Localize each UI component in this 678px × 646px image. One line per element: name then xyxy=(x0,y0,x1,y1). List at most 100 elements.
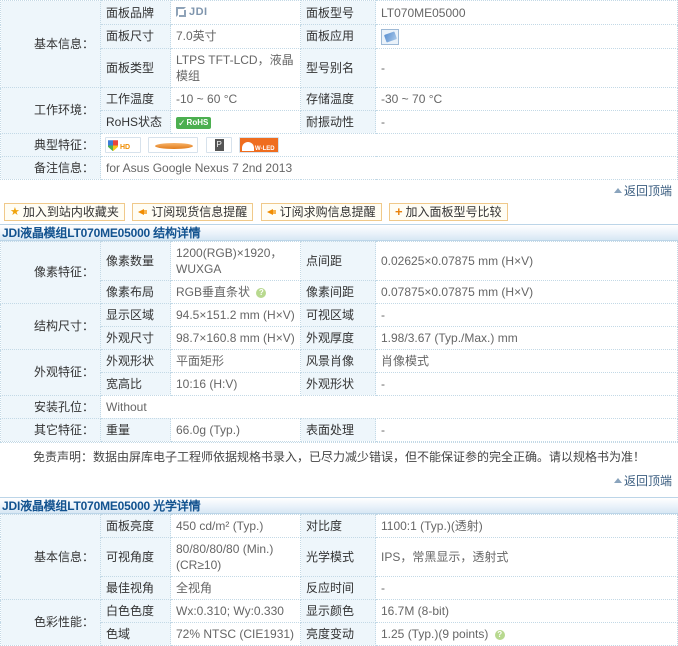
row-label: 工作温度 xyxy=(100,86,171,111)
speaker-icon xyxy=(266,207,277,217)
check-icon: ✓ xyxy=(178,117,186,128)
row-label: 显示区域 xyxy=(100,302,171,327)
row-value-2: - xyxy=(375,47,678,88)
row-label: 面板尺寸 xyxy=(100,24,171,49)
row-value: RGB垂直条状 ? xyxy=(170,279,301,304)
table-row: RoHS状态 ✓ RoHS 耐振动性 - xyxy=(1,109,678,134)
group-label-pixel: 像素特征： xyxy=(0,240,101,304)
row-label: 面板品牌 xyxy=(100,0,171,25)
table-row-mount: 安装孔位： Without xyxy=(0,394,678,419)
row-label: 色域 xyxy=(100,621,171,646)
optical-section-title: JDI液晶模组LT070ME05000 光学详情 xyxy=(2,498,201,513)
table-row: 色彩性能： 白色色度 Wx:0.310; Wy:0.330 显示颜色 16.7M… xyxy=(0,598,678,646)
add-to-compare-label: 加入面板型号比较 xyxy=(405,205,502,220)
panel-application-icon[interactable] xyxy=(381,28,399,45)
row-label: 重量 xyxy=(100,417,171,442)
row-value-2: 1.98/3.67 (Typ./Max.) mm xyxy=(375,325,678,350)
row-value: 平面矩形 xyxy=(170,348,301,373)
row-value-2 xyxy=(375,24,678,49)
row-label-2: 像素间距 xyxy=(300,279,376,304)
help-icon[interactable]: ? xyxy=(494,629,505,640)
table-row-typical-features: 典型特征： xyxy=(0,132,678,157)
table-row: 基本信息： 面板品牌 JDI 面板型号 LT070ME05000 xyxy=(0,0,678,88)
row-label-2: 型号别名 xyxy=(300,47,376,88)
row-label-2: 反应时间 xyxy=(300,575,376,600)
row-value-2: 1.25 (Typ.)(9 points) ? xyxy=(375,621,678,646)
structure-detail-table: 像素特征： 像素数量 1200(RGB)×1920，WUXGA 点间距 0.02… xyxy=(0,240,678,442)
table-row: 结构尺寸： 显示区域 94.5×151.2 mm (H×V) 可视区域 - xyxy=(0,302,678,350)
row-label-2: 亮度变动 xyxy=(300,621,376,646)
row-value-2: - xyxy=(375,575,678,600)
subscribe-stock-alert-label: 订阅现货信息提醒 xyxy=(151,205,248,220)
group-label-remark: 备注信息： xyxy=(0,155,101,180)
row-label: 最佳视角 xyxy=(100,575,171,600)
row-label: 像素布局 xyxy=(100,279,171,304)
row-label: 外观尺寸 xyxy=(100,325,171,350)
add-to-favorites-label: 加入到站内收藏夹 xyxy=(22,205,119,220)
back-to-top-label: 返回顶端 xyxy=(623,183,672,198)
row-label: 外观形状 xyxy=(100,348,171,373)
group-label-typical: 典型特征： xyxy=(0,132,101,157)
row-value-2: 1100:1 (Typ.)(透射) xyxy=(375,513,678,538)
subscribe-stock-alert-button[interactable]: 订阅现货信息提醒 xyxy=(132,202,254,221)
table-row: 像素特征： 像素数量 1200(RGB)×1920，WUXGA 点间距 0.02… xyxy=(0,240,678,304)
row-value: Wx:0.310; Wy:0.330 xyxy=(170,598,301,623)
basic-info-table: 基本信息： 面板品牌 JDI 面板型号 LT070ME05000 面板尺寸 7.… xyxy=(0,0,678,180)
row-value-2: - xyxy=(375,417,678,442)
row-value: LTPS TFT-LCD，液晶模组 xyxy=(170,47,301,88)
typical-features-cell xyxy=(100,132,678,157)
add-to-compare-button[interactable]: + 加入面板型号比较 xyxy=(388,202,508,221)
row-value: JDI xyxy=(170,0,301,25)
row-value: -10 ~ 60 °C xyxy=(170,86,301,111)
row-value-2: 0.07875×0.07875 mm (H×V) xyxy=(375,279,678,304)
group-label-appearance: 外观特征： xyxy=(0,348,101,396)
row-label: RoHS状态 xyxy=(100,109,171,134)
table-row-remark: 备注信息： for Asus Google Nexus 7 2nd 2013 xyxy=(0,155,678,180)
row-label-2: 风景肖像 xyxy=(300,348,376,373)
table-row: 面板尺寸 7.0英寸 面板应用 xyxy=(1,24,678,49)
row-value-2: -30 ~ 70 °C xyxy=(375,86,678,111)
row-value: 94.5×151.2 mm (H×V) xyxy=(170,302,301,327)
lens-badge-icon xyxy=(148,137,199,154)
row-label-2: 外观厚度 xyxy=(300,325,376,350)
structure-section-header: JDI液晶模组LT070ME05000 结构详情 xyxy=(0,223,678,241)
row-value-2: - xyxy=(375,109,678,134)
row-value: 7.0英寸 xyxy=(170,24,301,49)
row-value-2: IPS，常黑显示，透射式 xyxy=(375,536,678,577)
row-value-2: 肖像模式 xyxy=(375,348,678,373)
row-label-2: 外观形状 xyxy=(300,371,376,396)
row-value-text: RGB垂直条状 xyxy=(176,284,251,299)
back-to-top-link-1[interactable]: 返回顶端 xyxy=(613,182,672,199)
subscribe-demand-alert-button[interactable]: 订阅求购信息提醒 xyxy=(260,202,382,221)
row-value-2-text: 1.25 (Typ.)(9 points) xyxy=(381,626,489,641)
table-row: 像素布局 RGB垂直条状 ? 像素间距 0.07875×0.07875 mm (… xyxy=(1,279,678,304)
mount-value: Without xyxy=(100,394,678,419)
rohs-badge: ✓ RoHS xyxy=(176,116,212,129)
row-value-2: 16.7M (8-bit) xyxy=(375,598,678,623)
rohs-badge-text: RoHS xyxy=(186,117,209,127)
row-value: 全视角 xyxy=(170,575,301,600)
action-button-bar: ★ 加入到站内收藏夹 订阅现货信息提醒 订阅求购信息提醒 + 加入面板型号比较 xyxy=(0,200,678,224)
group-label-basic: 基本信息： xyxy=(0,0,101,88)
row-label-2: 显示颜色 xyxy=(300,598,376,623)
back-to-top-bar-2: 返回顶端 xyxy=(0,469,678,491)
optical-detail-table: 基本信息： 面板亮度 450 cd/m² (Typ.) 对比度 1100:1 (… xyxy=(0,513,678,646)
speaker-icon xyxy=(138,207,148,217)
triangle-up-icon xyxy=(613,477,622,483)
group-label-mount: 安装孔位： xyxy=(0,394,101,419)
row-label: 白色色度 xyxy=(100,598,171,623)
row-value: 66.0g (Typ.) xyxy=(170,417,301,442)
table-row: 面板类型 LTPS TFT-LCD，液晶模组 型号别名 - xyxy=(1,47,678,88)
row-label-2: 可视区域 xyxy=(300,302,376,327)
disclaimer-text: 免责声明：数据由屏库电子工程师依据规格书录入，已尽力减少错误，但不能保证参的完全… xyxy=(0,441,678,470)
back-to-top-bar-1: 返回顶端 xyxy=(0,179,678,201)
table-row: 工作环境： 工作温度 -10 ~ 60 °C 存储温度 -30 ~ 70 °C xyxy=(0,86,678,134)
help-icon[interactable]: ? xyxy=(256,287,267,298)
star-icon: ★ xyxy=(10,206,20,219)
add-to-favorites-button[interactable]: ★ 加入到站内收藏夹 xyxy=(4,202,125,221)
row-value: 80/80/80/80 (Min.) (CR≥10) xyxy=(170,536,301,577)
row-label: 宽高比 xyxy=(100,371,171,396)
back-to-top-link-2[interactable]: 返回顶端 xyxy=(613,472,672,489)
hd-badge-icon xyxy=(105,137,141,154)
row-label-2: 表面处理 xyxy=(300,417,376,442)
